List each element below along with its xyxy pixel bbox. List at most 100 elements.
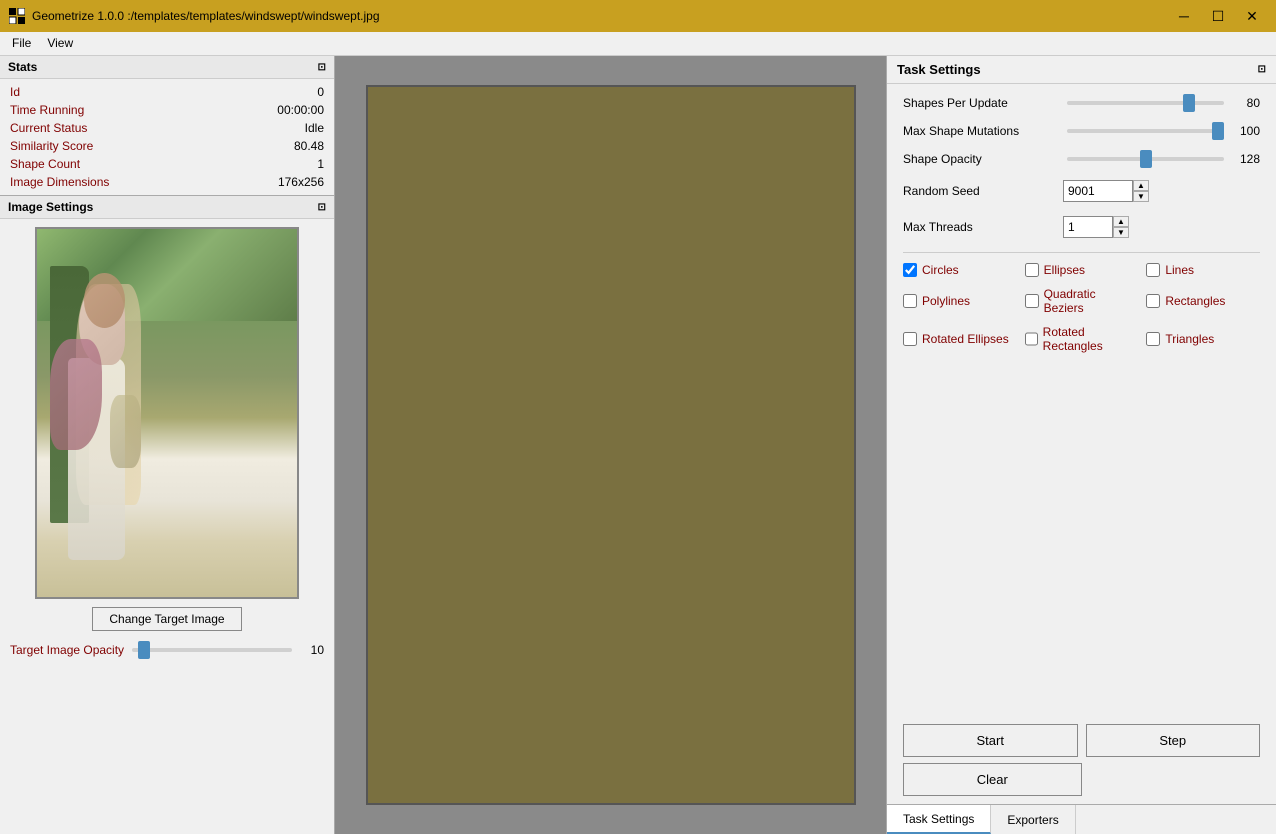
shapes-per-update-row: Shapes Per Update 80 [903, 96, 1260, 110]
random-seed-input[interactable] [1063, 180, 1133, 202]
primary-buttons: Start Step [903, 724, 1260, 757]
random-seed-row: Random Seed ▲ ▼ [903, 180, 1260, 202]
bottom-tabs: Task Settings Exporters [887, 804, 1276, 834]
max-threads-increment[interactable]: ▲ [1113, 216, 1129, 227]
checkbox-ellipses-label: Ellipses [1044, 263, 1085, 277]
shape-checkboxes-grid: Circles Ellipses Lines Polylines Quadrat… [903, 263, 1260, 353]
clear-button[interactable]: Clear [903, 763, 1082, 796]
change-target-button[interactable]: Change Target Image [92, 607, 241, 631]
stats-label-similarity: Similarity Score [10, 139, 93, 153]
stats-row-similarity: Similarity Score 80.48 [0, 137, 334, 155]
checkbox-ellipses-input[interactable] [1025, 263, 1039, 277]
menu-view[interactable]: View [39, 34, 81, 53]
task-settings-header: Task Settings ⊡ [887, 56, 1276, 84]
max-shape-mutations-slider[interactable] [1067, 129, 1224, 133]
menu-file[interactable]: File [4, 34, 39, 53]
max-threads-row: Max Threads ▲ ▼ [903, 216, 1260, 238]
checkbox-quadratic-beziers[interactable]: Quadratic Beziers [1025, 287, 1139, 315]
checkbox-polylines-label: Polylines [922, 294, 970, 308]
minimize-button[interactable]: ─ [1168, 5, 1200, 27]
image-preview [35, 227, 299, 599]
title-bar-left: Geometrize 1.0.0 :/templates/templates/w… [8, 7, 380, 25]
checkbox-polylines-input[interactable] [903, 294, 917, 308]
max-threads-label: Max Threads [903, 220, 1063, 234]
shape-opacity-label: Shape Opacity [903, 152, 1063, 166]
checkbox-rects-label: Rectangles [1165, 294, 1225, 308]
image-settings-panel: Image Settings ⊡ Change Target Image [0, 196, 334, 834]
task-settings-collapse-icon[interactable]: ⊡ [1258, 64, 1266, 75]
stats-panel: Stats ⊡ Id 0 Time Running 00:00:00 Curre… [0, 56, 334, 196]
random-seed-increment[interactable]: ▲ [1133, 180, 1149, 191]
start-button[interactable]: Start [903, 724, 1078, 757]
stats-value-status: Idle [305, 121, 324, 135]
checkbox-rotrects-input[interactable] [1025, 332, 1038, 346]
stats-value-time: 00:00:00 [277, 103, 324, 117]
image-settings-collapse-icon[interactable]: ⊡ [318, 202, 326, 213]
checkbox-lines-input[interactable] [1146, 263, 1160, 277]
random-seed-spin-controls: ▲ ▼ [1133, 180, 1149, 202]
checkbox-circles-input[interactable] [903, 263, 917, 277]
opacity-label: Target Image Opacity [10, 643, 124, 657]
checkbox-rotated-rectangles[interactable]: Rotated Rectangles [1025, 325, 1139, 353]
checkbox-rotated-ellipses[interactable]: Rotated Ellipses [903, 325, 1017, 353]
menu-bar: File View [0, 32, 1276, 56]
max-threads-spin-controls: ▲ ▼ [1113, 216, 1129, 238]
stats-label-id: Id [10, 85, 20, 99]
painting-pink-dress [50, 339, 102, 449]
stats-label-time: Time Running [10, 103, 84, 117]
checkbox-circles-label: Circles [922, 263, 959, 277]
checkbox-rotellipses-input[interactable] [903, 332, 917, 346]
shape-opacity-row: Shape Opacity 128 [903, 152, 1260, 166]
random-seed-decrement[interactable]: ▼ [1133, 191, 1149, 202]
app-icon [8, 7, 26, 25]
app-title: Geometrize 1.0.0 :/templates/templates/w… [32, 9, 380, 23]
task-settings-content: Shapes Per Update 80 Max Shape Mutations… [887, 84, 1276, 716]
max-threads-input[interactable] [1063, 216, 1113, 238]
stats-value-shapecount: 1 [317, 157, 324, 171]
stats-row-status: Current Status Idle [0, 119, 334, 137]
checkbox-ellipses[interactable]: Ellipses [1025, 263, 1139, 277]
shapes-per-update-slider[interactable] [1067, 101, 1224, 105]
stats-collapse-icon[interactable]: ⊡ [318, 62, 326, 73]
checkbox-quadbez-input[interactable] [1025, 294, 1039, 308]
close-button[interactable]: ✕ [1236, 5, 1268, 27]
opacity-slider[interactable] [132, 648, 292, 652]
checkbox-rotrects-label: Rotated Rectangles [1043, 325, 1139, 353]
stats-row-id: Id 0 [0, 83, 334, 101]
checkbox-triangles[interactable]: Triangles [1146, 325, 1260, 353]
max-threads-decrement[interactable]: ▼ [1113, 227, 1129, 238]
stats-value-similarity: 80.48 [294, 139, 324, 153]
tab-exporters[interactable]: Exporters [991, 805, 1075, 834]
right-panel: Task Settings ⊡ Shapes Per Update 80 Max… [886, 56, 1276, 834]
shape-opacity-slider[interactable] [1067, 157, 1224, 161]
opacity-value: 10 [300, 643, 324, 657]
checkbox-rotellipses-label: Rotated Ellipses [922, 332, 1009, 346]
random-seed-label: Random Seed [903, 184, 1063, 198]
output-canvas [366, 85, 856, 805]
stats-label-status: Current Status [10, 121, 87, 135]
title-bar-controls: ─ ☐ ✕ [1168, 5, 1268, 27]
shapes-per-update-value: 80 [1228, 96, 1260, 110]
checkbox-triangles-input[interactable] [1146, 332, 1160, 346]
stats-label-dimensions: Image Dimensions [10, 175, 109, 189]
stats-panel-header: Stats ⊡ [0, 56, 334, 79]
checkbox-rectangles[interactable]: Rectangles [1146, 287, 1260, 315]
image-settings-title: Image Settings [8, 200, 93, 214]
checkbox-rects-input[interactable] [1146, 294, 1160, 308]
stats-label-shapecount: Shape Count [10, 157, 80, 171]
checkbox-lines[interactable]: Lines [1146, 263, 1260, 277]
max-shape-mutations-row: Max Shape Mutations 100 [903, 124, 1260, 138]
stats-value-id: 0 [317, 85, 324, 99]
checkbox-circles[interactable]: Circles [903, 263, 1017, 277]
left-panel: Stats ⊡ Id 0 Time Running 00:00:00 Curre… [0, 56, 335, 834]
maximize-button[interactable]: ☐ [1202, 5, 1234, 27]
settings-divider [903, 252, 1260, 253]
main-content: Stats ⊡ Id 0 Time Running 00:00:00 Curre… [0, 56, 1276, 834]
step-button[interactable]: Step [1086, 724, 1261, 757]
tab-task-settings[interactable]: Task Settings [887, 805, 991, 834]
image-settings-header: Image Settings ⊡ [0, 196, 334, 219]
action-buttons: Start Step Clear [887, 716, 1276, 804]
checkbox-polylines[interactable]: Polylines [903, 287, 1017, 315]
task-settings-title: Task Settings [897, 62, 981, 77]
canvas-area [335, 56, 886, 834]
